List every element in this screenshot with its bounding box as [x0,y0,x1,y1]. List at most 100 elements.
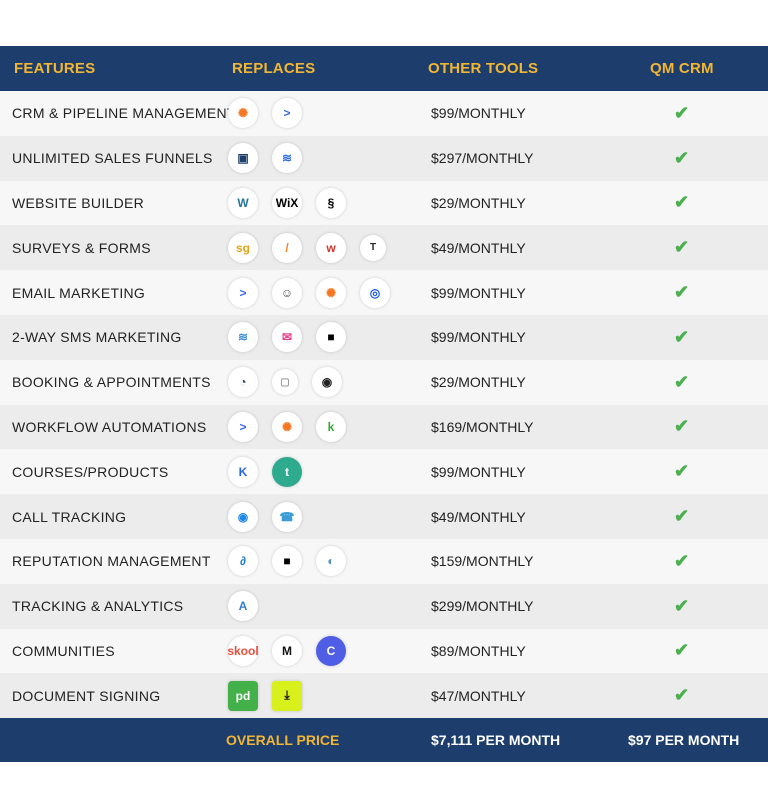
podium-icon: ■ [316,322,346,353]
check-icon: ✔ [674,326,690,347]
other-tools-price: $99/MONTHLY [431,284,526,301]
header-features: FEATURES [14,60,96,77]
other-tools-price: $47/MONTHLY [431,687,526,704]
yext-icon: ◐ [316,546,346,577]
feature-label: WEBSITE BUILDER [12,194,145,211]
activecampaign-icon: > [272,98,302,129]
replaces-icons: ≋ ✉ ■ [228,322,346,353]
circle-icon: C [316,635,346,666]
comparison-table: FEATURES REPLACES OTHER TOOLS QM CRM CRM… [0,46,768,763]
feature-label: BOOKING & APPOINTMENTS [12,374,211,391]
hubspot-icon: ✺ [272,411,302,442]
eztexting-icon: ≋ [228,322,258,353]
kajabi-icon: K [228,456,258,487]
footer-label: OVERALL PRICE [226,732,340,749]
mailchimp-icon: ☺ [272,277,302,308]
table-row: BOOKING & APPOINTMENTS ◔ ▢ ◉ $29/MONTHLY ✔ [0,359,768,405]
replaces-icons: > ☺ ✺ ◎ [228,277,390,308]
constantcontact-icon: ◎ [360,277,390,308]
replaces-icons: W WiX § [228,187,346,218]
check-icon: ✔ [674,102,690,123]
check-icon: ✔ [674,506,690,527]
table-row: REPUTATION MANAGEMENT ∂ ■ ◐ $159/MONTHLY ✔ [0,538,768,584]
feature-label: EMAIL MARKETING [12,284,146,301]
feature-label: SURVEYS & FORMS [12,239,151,256]
replaces-icons: ◔ ▢ ◉ [228,367,342,398]
table-row: TRACKING & ANALYTICS A $299/MONTHLY ✔ [0,583,768,629]
check-icon: ✔ [674,550,690,571]
check-icon: ✔ [674,595,690,616]
table-row: EMAIL MARKETING > ☺ ✺ ◎ $99/MONTHLY ✔ [0,270,768,315]
wufoo-icon: w [316,232,346,263]
other-tools-price: $99/MONTHLY [431,329,526,346]
acuity-icon: ▢ [272,369,298,396]
replaces-icons: ▣ ≋ [228,143,302,174]
other-tools-price: $89/MONTHLY [431,642,526,659]
replaces-icons: sg / w T [228,232,386,263]
table-row: CRM & PIPELINE MANAGEMENT ✺ > $99/MONTHLY ✔ [0,91,768,136]
other-tools-price: $49/MONTHLY [431,508,526,525]
feature-label: COURSES/PRODUCTS [12,463,169,480]
table-body: CRM & PIPELINE MANAGEMENT ✺ > $99/MONTHLY ✔ U… [0,91,768,719]
replaces-icons: A [228,591,258,622]
callrail-icon: ◉ [228,501,258,532]
keap-icon: k [316,411,346,442]
replaces-icons: > ✺ k [228,411,346,442]
table-row: UNLIMITED SALES FUNNELS ▣ ≋ $297/MONTHLY ✔ [0,135,768,181]
leadpages-icon: ≋ [272,143,302,174]
wix-icon: WiX [272,187,302,218]
table-row: 2-WAY SMS MARKETING ≋ ✉ ■ $99/MONTHLY ✔ [0,314,768,360]
other-tools-price: $99/MONTHLY [431,105,526,122]
table-row: WEBSITE BUILDER W WiX § $29/MONTHLY ✔ [0,180,768,226]
skool-icon: skool [227,635,259,666]
other-tools-price: $169/MONTHLY [431,418,534,435]
schedule-icon: ◉ [312,367,342,398]
feature-label: UNLIMITED SALES FUNNELS [12,150,213,167]
feature-label: TRACKING & ANALYTICS [12,598,184,615]
check-icon: ✔ [674,192,690,213]
table-row: COMMUNITIES skool M C $89/MONTHLY ✔ [0,628,768,674]
replaces-icons: ✺ > [228,98,302,129]
feature-label: DOCUMENT SIGNING [12,687,161,704]
docusign-icon: ⤓ [272,680,302,711]
pandadoc-icon: pd [228,680,258,711]
other-tools-price: $49/MONTHLY [431,239,526,256]
teachable-icon: t [272,456,302,487]
check-icon: ✔ [674,685,690,706]
typeform-icon: T [360,234,386,261]
replaces-icons: pd ⤓ [228,680,302,711]
surveygizmo-icon: sg [228,232,258,263]
analytics-icon: A [228,591,258,622]
birdeye-icon: ∂ [228,546,258,577]
other-tools-price: $99/MONTHLY [431,463,526,480]
feature-label: REPUTATION MANAGEMENT [12,553,211,570]
other-tools-price: $299/MONTHLY [431,598,534,615]
wordpress-icon: W [228,187,258,218]
other-tools-price: $29/MONTHLY [431,194,526,211]
check-icon: ✔ [674,416,690,437]
header-qm-crm: QM CRM [650,60,714,77]
table-row: COURSES/PRODUCTS Kt $99/MONTHLY ✔ [0,449,768,495]
calendly-icon: ◔ [228,367,258,398]
hubspot-icon: ✺ [316,277,346,308]
table-row: SURVEYS & FORMS sg / w T $49/MONTHLY ✔ [0,225,768,271]
table-row: WORKFLOW AUTOMATIONS > ✺ k $169/MONTHLY ✔ [0,404,768,450]
footer-other-total: $7,111 PER MONTH [431,732,561,749]
check-icon: ✔ [674,147,690,168]
check-icon: ✔ [674,237,690,258]
table-row: CALL TRACKING ◉ ☎ $49/MONTHLY ✔ [0,494,768,539]
squarespace-icon: § [316,187,346,218]
header-replaces: REPLACES [232,60,316,77]
feature-label: WORKFLOW AUTOMATIONS [12,418,207,435]
activecampaign-icon: > [228,411,258,442]
other-tools-price: $29/MONTHLY [431,374,526,391]
feature-label: 2-WAY SMS MARKETING [12,329,182,346]
table-row: DOCUMENT SIGNING pd ⤓ $47/MONTHLY ✔ [0,673,768,719]
replaces-icons: ∂ ■ ◐ [228,546,346,577]
calltracking-icon: ☎ [272,501,302,532]
feature-label: CALL TRACKING [12,508,127,525]
replaces-icons: ◉ ☎ [228,501,302,532]
mightynetworks-icon: M [272,635,302,666]
other-tools-price: $159/MONTHLY [431,553,534,570]
check-icon: ✔ [674,282,690,303]
